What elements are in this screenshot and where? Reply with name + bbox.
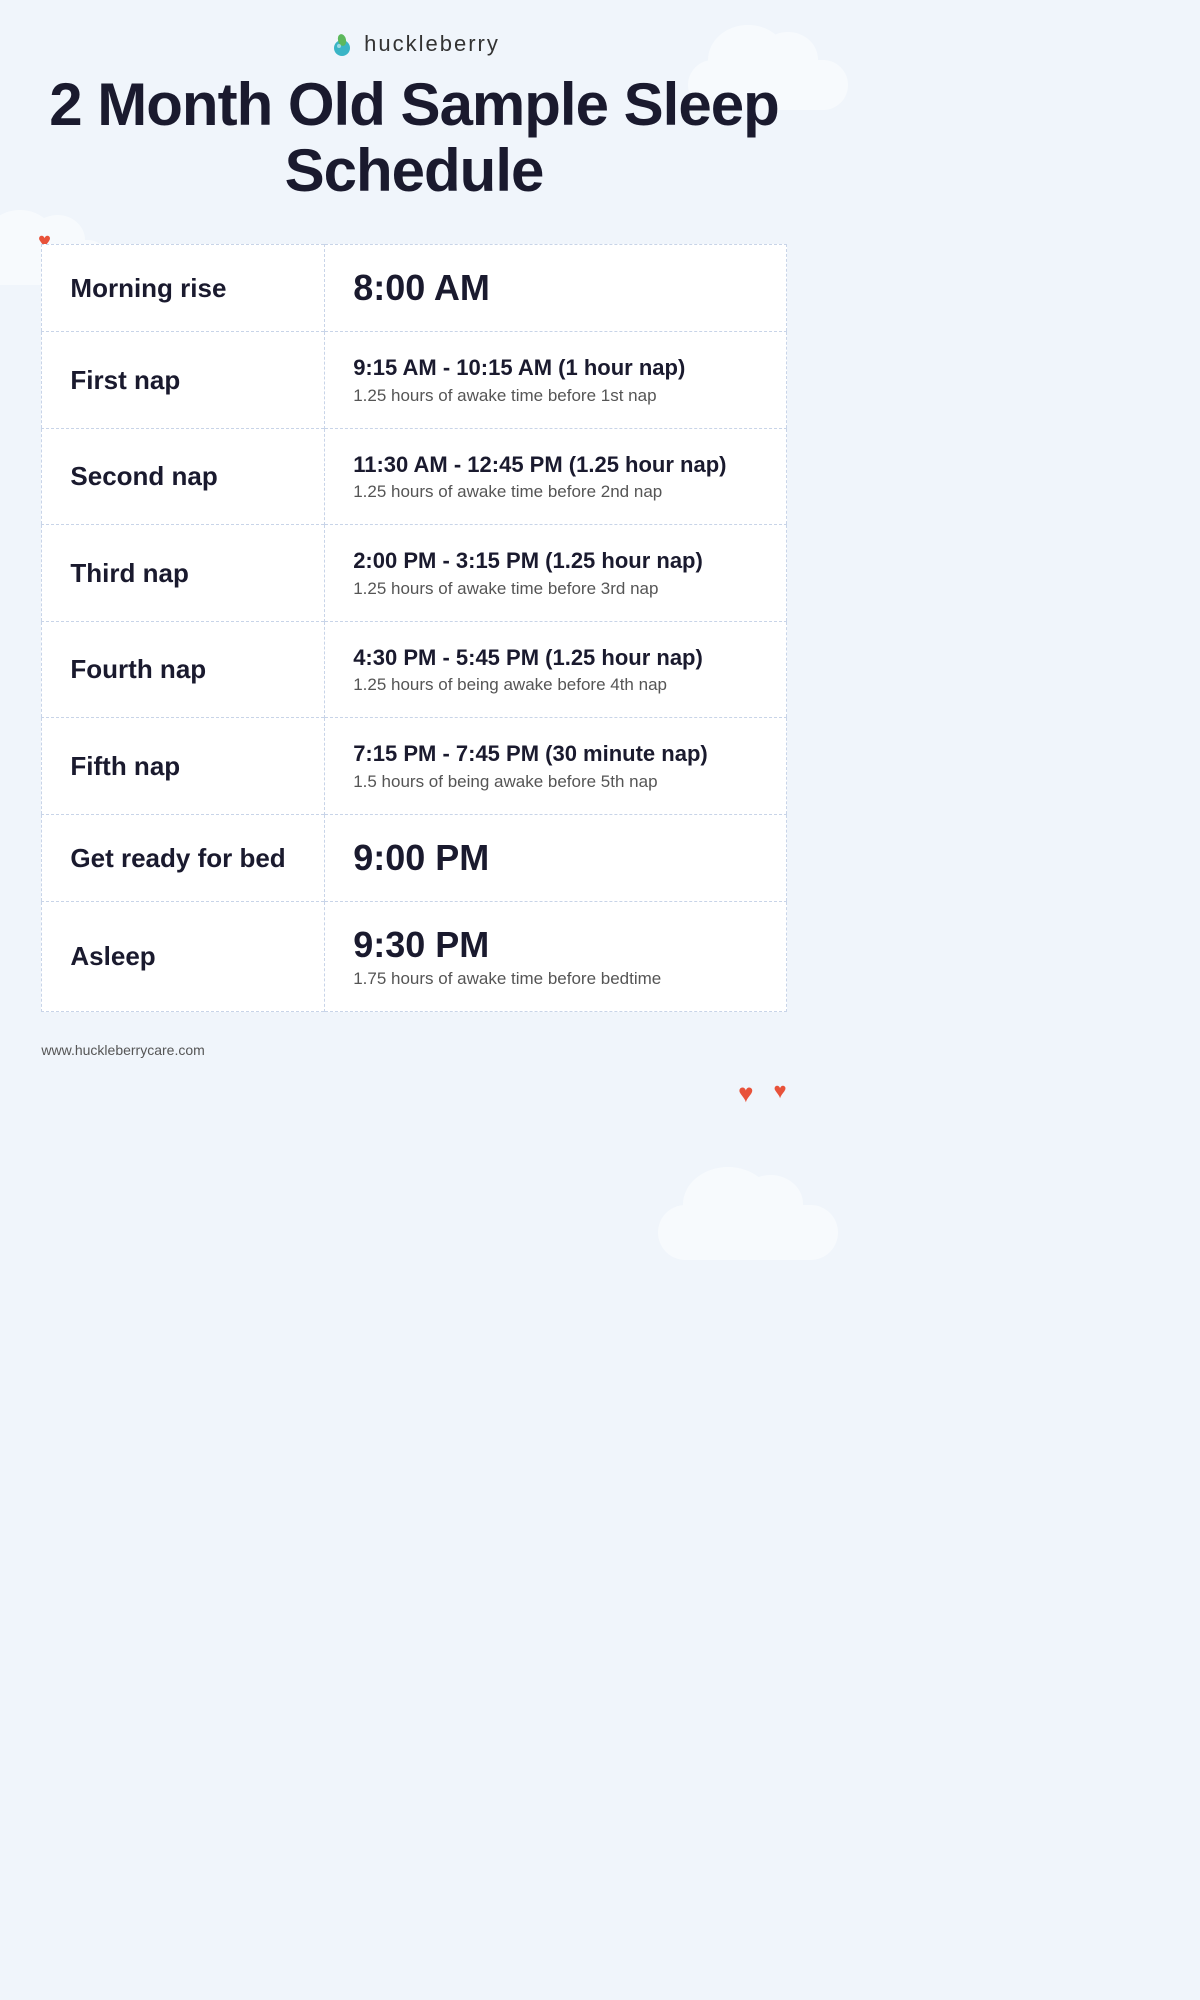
time-note-3: 1.25 hours of awake time before 3rd nap xyxy=(353,579,757,599)
cloud-decoration-bottom-right xyxy=(658,1205,838,1260)
time-note-7: 1.75 hours of awake time before bedtime xyxy=(353,969,757,989)
table-row: Third nap2:00 PM - 3:15 PM (1.25 hour na… xyxy=(42,525,786,622)
row-time-0: 8:00 AM xyxy=(325,245,786,332)
time-sub-1: 9:15 AM - 10:15 AM (1 hour nap) xyxy=(353,354,757,383)
row-time-5: 7:15 PM - 7:45 PM (30 minute nap) 1.5 hou… xyxy=(325,718,786,815)
header: huckleberry 2 Month Old Sample Sleep Sch… xyxy=(0,0,828,224)
row-label-6: Get ready for bed xyxy=(42,814,325,901)
table-row: Morning rise 8:00 AM xyxy=(42,245,786,332)
heart-decoration-bottom-mid: ♥ xyxy=(738,1080,753,1106)
time-note-4: 1.25 hours of being awake before 4th nap xyxy=(353,675,757,695)
bottom-hearts: ♥ ♥ xyxy=(41,1080,786,1126)
row-time-7: 9:30 PM 1.75 hours of awake time before b… xyxy=(325,901,786,1011)
brand: huckleberry xyxy=(20,30,808,58)
time-note-5: 1.5 hours of being awake before 5th nap xyxy=(353,772,757,792)
main-title: 2 Month Old Sample Sleep Schedule xyxy=(20,72,808,204)
row-time-3: 2:00 PM - 3:15 PM (1.25 hour nap) 1.25 ho… xyxy=(325,525,786,622)
table-row: Second nap11:30 AM - 12:45 PM (1.25 hour… xyxy=(42,428,786,525)
time-sub-5: 7:15 PM - 7:45 PM (30 minute nap) xyxy=(353,740,757,769)
page-wrapper: ♥ ♥ huckleberry 2 Month Old Sample Sleep… xyxy=(0,0,828,1380)
heart-decoration-bottom-right: ♥ xyxy=(774,1080,787,1106)
row-time-2: 11:30 AM - 12:45 PM (1.25 hour nap)1.25 … xyxy=(325,428,786,525)
row-label-1: First nap xyxy=(42,332,325,429)
row-time-4: 4:30 PM - 5:45 PM (1.25 hour nap)1.25 ho… xyxy=(325,621,786,718)
brand-icon xyxy=(328,30,356,58)
table-row: Fifth nap7:15 PM - 7:45 PM (30 minute na… xyxy=(42,718,786,815)
row-time-6: 9:00 PM xyxy=(325,814,786,901)
row-label-5: Fifth nap xyxy=(42,718,325,815)
brand-name: huckleberry xyxy=(364,31,500,57)
time-main-7: 9:30 PM xyxy=(353,924,757,966)
table-row: Asleep 9:30 PM 1.75 hours of awake time be… xyxy=(42,901,786,1011)
row-time-1: 9:15 AM - 10:15 AM (1 hour nap) 1.25 hour… xyxy=(325,332,786,429)
footer-url: www.huckleberrycare.com xyxy=(41,1042,204,1058)
time-note-2: 1.25 hours of awake time before 2nd nap xyxy=(353,482,757,502)
schedule-table: Morning rise8:00 AMFirst nap9:15 AM - 10… xyxy=(41,244,786,1012)
time-note-1: 1.25 hours of awake time before 1st nap xyxy=(353,386,757,406)
time-sub-4: 4:30 PM - 5:45 PM (1.25 hour nap) xyxy=(353,644,757,673)
row-label-0: Morning rise xyxy=(42,245,325,332)
row-label-2: Second nap xyxy=(42,428,325,525)
row-label-7: Asleep xyxy=(42,901,325,1011)
row-label-4: Fourth nap xyxy=(42,621,325,718)
footer: www.huckleberrycare.com xyxy=(41,1042,786,1060)
table-row: Fourth nap4:30 PM - 5:45 PM (1.25 hour n… xyxy=(42,621,786,718)
table-row: First nap9:15 AM - 10:15 AM (1 hour nap)… xyxy=(42,332,786,429)
time-sub-3: 2:00 PM - 3:15 PM (1.25 hour nap) xyxy=(353,547,757,576)
time-main-6: 9:00 PM xyxy=(353,837,757,879)
row-label-3: Third nap xyxy=(42,525,325,622)
table-row: Get ready for bed 9:00 PM xyxy=(42,814,786,901)
time-main-0: 8:00 AM xyxy=(353,267,757,309)
time-sub-2: 11:30 AM - 12:45 PM (1.25 hour nap) xyxy=(353,451,757,480)
